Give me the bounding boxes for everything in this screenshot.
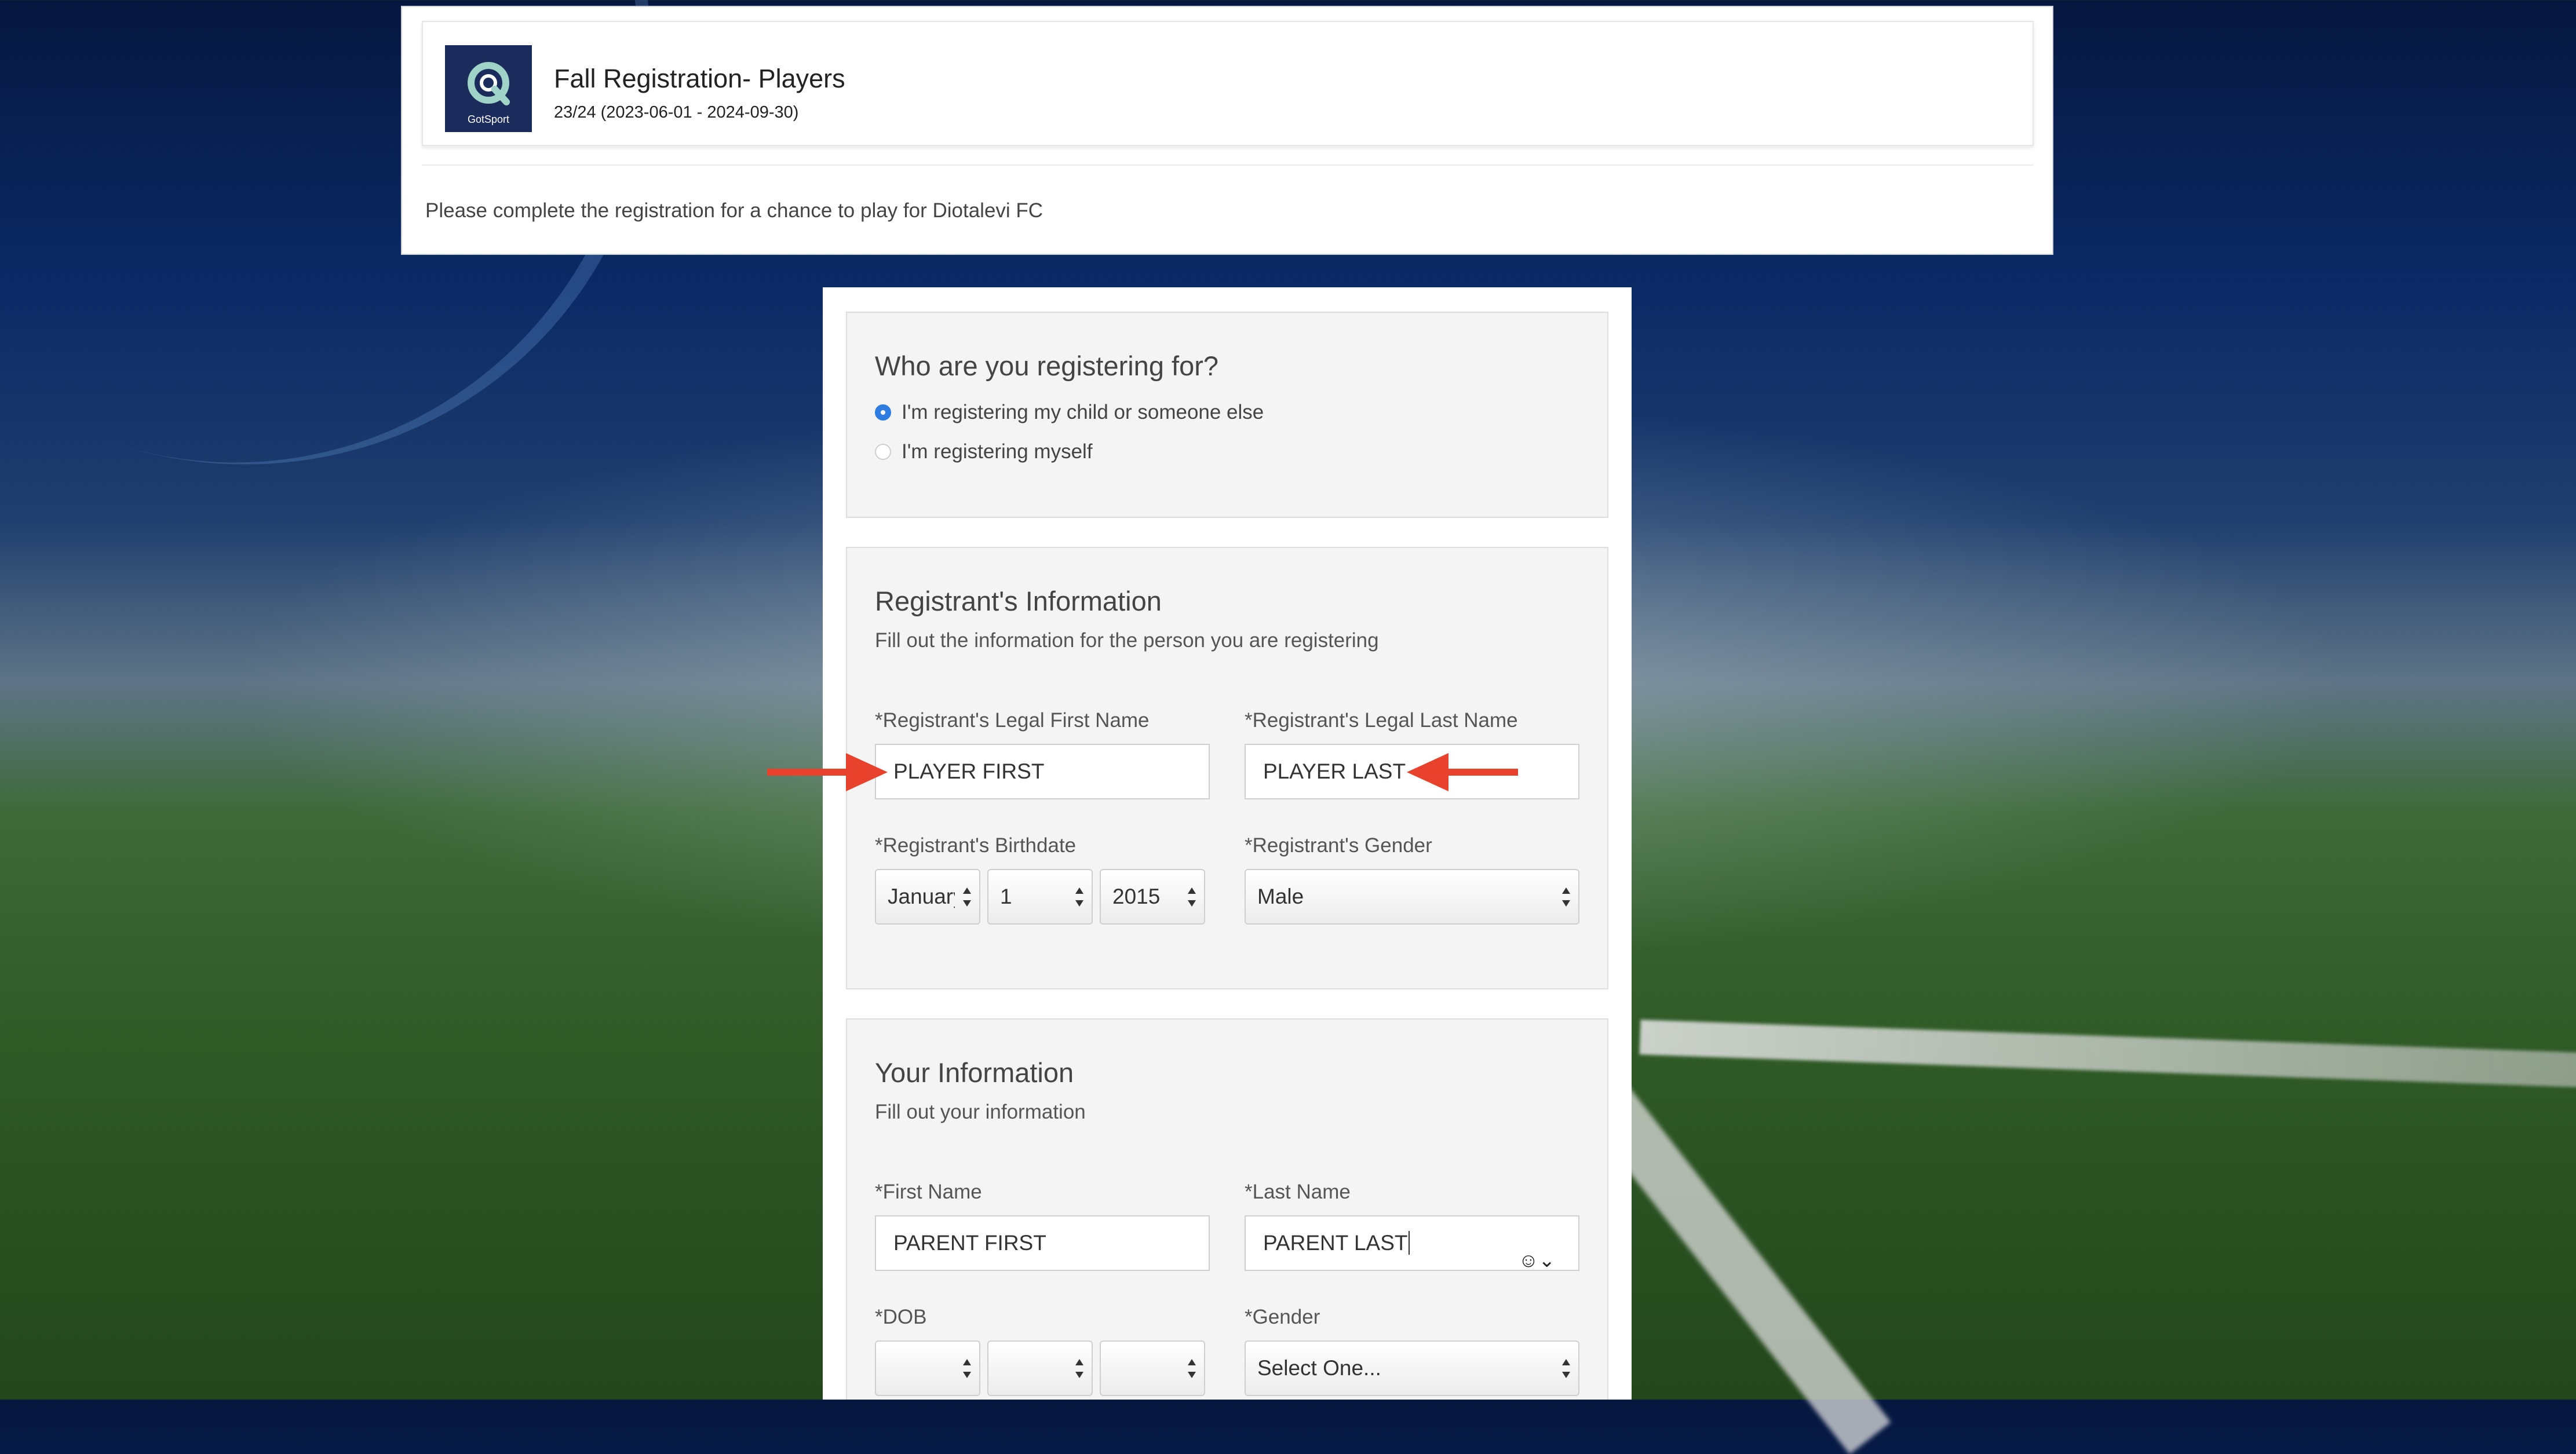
select-arrows-icon bbox=[1074, 886, 1085, 909]
radio-label: I'm registering myself bbox=[902, 440, 1093, 463]
autofill-contact-icon[interactable]: ☺⌄ bbox=[1519, 1234, 1555, 1287]
select-value: 2015 bbox=[1112, 885, 1161, 908]
birth-month-select[interactable]: January bbox=[875, 869, 980, 925]
birth-year-select[interactable]: 2015 bbox=[1100, 869, 1205, 925]
text-cursor bbox=[1409, 1231, 1410, 1255]
select-arrows-icon bbox=[962, 886, 972, 909]
who-title: Who are you registering for? bbox=[875, 350, 1219, 381]
gender-label: *Gender bbox=[1245, 1306, 1320, 1328]
registrant-gender-select[interactable]: Male bbox=[1245, 869, 1579, 925]
registrant-first-name-input[interactable]: PLAYER FIRST bbox=[875, 744, 1210, 799]
your-info-panel: Your Information Fill out your informati… bbox=[846, 1018, 1608, 1400]
registration-note: Please complete the registration for a c… bbox=[425, 199, 1043, 222]
select-arrows-icon bbox=[962, 1358, 972, 1381]
birth-day-select[interactable]: 1 bbox=[987, 869, 1093, 925]
logo-mark-icon bbox=[468, 62, 510, 105]
registrant-birthdate-label: *Registrant's Birthdate bbox=[875, 834, 1077, 857]
gender-select[interactable]: Select One... bbox=[1245, 1340, 1579, 1396]
registrant-title: Registrant's Information bbox=[875, 586, 1162, 616]
event-season: 23/24 (2023-06-01 - 2024-09-30) bbox=[554, 103, 799, 122]
select-value: Select One... bbox=[1257, 1356, 1381, 1380]
select-value: 1 bbox=[1000, 885, 1012, 908]
first-name-label: *First Name bbox=[875, 1181, 982, 1203]
last-name-value: PARENT LAST bbox=[1263, 1231, 1408, 1255]
select-value: January bbox=[888, 885, 955, 908]
gotsport-logo: GotSport bbox=[445, 45, 532, 132]
registrant-gender-label: *Registrant's Gender bbox=[1245, 834, 1432, 857]
radio-label: I'm registering my child or someone else bbox=[902, 401, 1264, 423]
last-name-input[interactable]: PARENT LAST ☺⌄ bbox=[1245, 1215, 1579, 1272]
registration-form: Who are you registering for? I'm registe… bbox=[823, 287, 1632, 1400]
registrant-description: Fill out the information for the person … bbox=[875, 629, 1379, 652]
logo-text: GotSport bbox=[467, 114, 510, 125]
divider bbox=[422, 165, 2034, 166]
field-line bbox=[1639, 1020, 2576, 1089]
last-name-label: *Last Name bbox=[1245, 1181, 1351, 1203]
your-info-description: Fill out your information bbox=[875, 1101, 1086, 1123]
radio-option-myself[interactable]: I'm registering myself bbox=[875, 440, 1093, 463]
select-arrows-icon bbox=[1187, 1358, 1197, 1381]
dob-year-select[interactable] bbox=[1100, 1340, 1205, 1396]
select-arrows-icon bbox=[1187, 886, 1197, 909]
select-value: Male bbox=[1257, 885, 1304, 908]
event-header-card: GotSport Fall Registration- Players 23/2… bbox=[401, 6, 2053, 255]
your-info-title: Your Information bbox=[875, 1057, 1074, 1088]
dob-day-select[interactable] bbox=[987, 1340, 1093, 1396]
dob-label: *DOB bbox=[875, 1306, 927, 1328]
select-arrows-icon bbox=[1561, 886, 1571, 909]
radio-button-selected[interactable] bbox=[875, 404, 891, 421]
annotation-arrow-left-icon bbox=[1407, 753, 1518, 791]
registrant-last-name-label: *Registrant's Legal Last Name bbox=[1245, 709, 1518, 732]
radio-button[interactable] bbox=[875, 444, 891, 460]
registrant-first-name-label: *Registrant's Legal First Name bbox=[875, 709, 1150, 732]
select-arrows-icon bbox=[1561, 1358, 1571, 1381]
event-header: GotSport Fall Registration- Players 23/2… bbox=[422, 21, 2034, 146]
dob-month-select[interactable] bbox=[875, 1340, 980, 1396]
event-title: Fall Registration- Players bbox=[554, 64, 845, 93]
select-arrows-icon bbox=[1074, 1358, 1085, 1381]
first-name-input[interactable]: PARENT FIRST bbox=[875, 1215, 1210, 1271]
radio-option-child[interactable]: I'm registering my child or someone else bbox=[875, 401, 1264, 424]
who-panel: Who are you registering for? I'm registe… bbox=[846, 312, 1608, 518]
annotation-arrow-right-icon bbox=[767, 753, 888, 791]
